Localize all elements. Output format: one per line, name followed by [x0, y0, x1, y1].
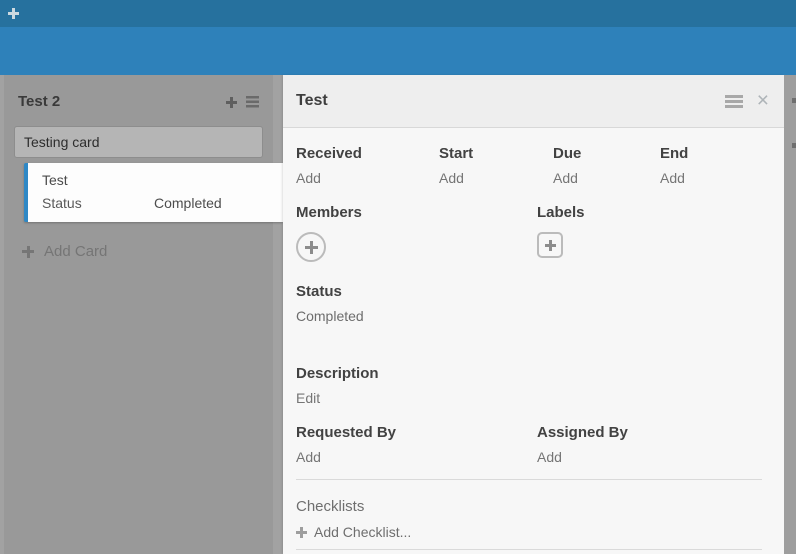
labels-label: Labels	[537, 204, 762, 222]
card-menu-icon[interactable]	[725, 95, 743, 108]
list-menu-icon[interactable]	[246, 96, 259, 108]
received-field: Received Add	[296, 145, 439, 187]
card-details-panel: Test × Received Add Start Add	[283, 75, 784, 554]
list-add-card-icon[interactable]	[226, 97, 237, 108]
description-label: Description	[296, 365, 762, 383]
requested-by-label: Requested By	[296, 424, 537, 442]
received-label: Received	[296, 145, 439, 163]
description-section: Description Edit	[296, 365, 762, 407]
plus-icon	[305, 241, 318, 254]
list-test-2: Test 2 Testing card Add Card	[4, 75, 273, 554]
labels-section: Labels	[537, 204, 762, 262]
add-label-button[interactable]	[537, 232, 563, 258]
composer-text: Testing card	[24, 134, 99, 150]
list-title[interactable]: Test 2	[18, 93, 226, 111]
card-details-header: Test ×	[283, 75, 784, 128]
add-card-button[interactable]: Add Card	[22, 243, 107, 260]
hidden-card-peek	[792, 143, 796, 148]
members-labels-row: Members Labels	[296, 204, 762, 262]
list-header-icons	[226, 96, 259, 108]
members-section: Members	[296, 204, 537, 262]
card-details-title[interactable]: Test	[296, 92, 725, 110]
card-details-header-icons: ×	[725, 94, 769, 108]
members-label: Members	[296, 204, 537, 222]
minicard-field-value: Completed	[154, 195, 222, 212]
end-add-link[interactable]: Add	[660, 170, 762, 187]
assigned-by-label: Assigned By	[537, 424, 762, 442]
end-field: End Add	[660, 145, 762, 187]
status-value[interactable]: Completed	[296, 308, 762, 325]
checklists-label: Checklists	[296, 498, 762, 516]
plus-icon	[296, 527, 307, 538]
due-add-link[interactable]: Add	[553, 170, 660, 187]
close-icon[interactable]: ×	[757, 94, 769, 108]
start-add-link[interactable]: Add	[439, 170, 553, 187]
divider	[296, 549, 762, 550]
checklists-section: Checklists Add Checklist...	[296, 498, 762, 540]
minicard-field-label: Status	[42, 195, 154, 212]
add-board-icon[interactable]	[8, 8, 19, 19]
end-label: End	[660, 145, 762, 163]
status-label: Status	[296, 283, 762, 301]
minicard-title: Test	[42, 172, 283, 189]
hidden-list-edge	[784, 75, 796, 554]
received-add-link[interactable]: Add	[296, 170, 439, 187]
card-details-body: Received Add Start Add Due Add End Add	[283, 128, 784, 550]
start-field: Start Add	[439, 145, 553, 187]
assigned-by-section: Assigned By Add	[537, 424, 762, 466]
add-member-button[interactable]	[296, 232, 326, 262]
assigned-by-add-link[interactable]: Add	[537, 449, 762, 466]
top-navbar	[0, 0, 796, 27]
add-checklist-button[interactable]: Add Checklist...	[296, 524, 762, 540]
add-card-label: Add Card	[44, 243, 107, 260]
minicard-custom-field: Status Completed	[42, 195, 283, 212]
plus-icon	[545, 240, 556, 251]
description-edit-link[interactable]: Edit	[296, 390, 762, 407]
minicard-test[interactable]: Test Status Completed	[24, 163, 283, 222]
divider	[296, 479, 762, 480]
list-header: Test 2	[4, 75, 273, 111]
app-window: Test 2 Testing card Add Card Test Status…	[0, 0, 796, 554]
board-header-bar	[0, 27, 796, 75]
card-composer-input[interactable]: Testing card	[14, 126, 263, 158]
dates-row: Received Add Start Add Due Add End Add	[296, 145, 762, 187]
plus-icon	[22, 246, 34, 258]
hidden-list-icon-peek	[792, 98, 796, 103]
requested-by-add-link[interactable]: Add	[296, 449, 537, 466]
requested-assigned-row: Requested By Add Assigned By Add	[296, 424, 762, 466]
add-checklist-label: Add Checklist...	[314, 524, 411, 540]
status-section: Status Completed	[296, 283, 762, 325]
board-canvas: Test 2 Testing card Add Card Test Status…	[0, 75, 796, 554]
start-label: Start	[439, 145, 553, 163]
requested-by-section: Requested By Add	[296, 424, 537, 466]
due-field: Due Add	[553, 145, 660, 187]
due-label: Due	[553, 145, 660, 163]
